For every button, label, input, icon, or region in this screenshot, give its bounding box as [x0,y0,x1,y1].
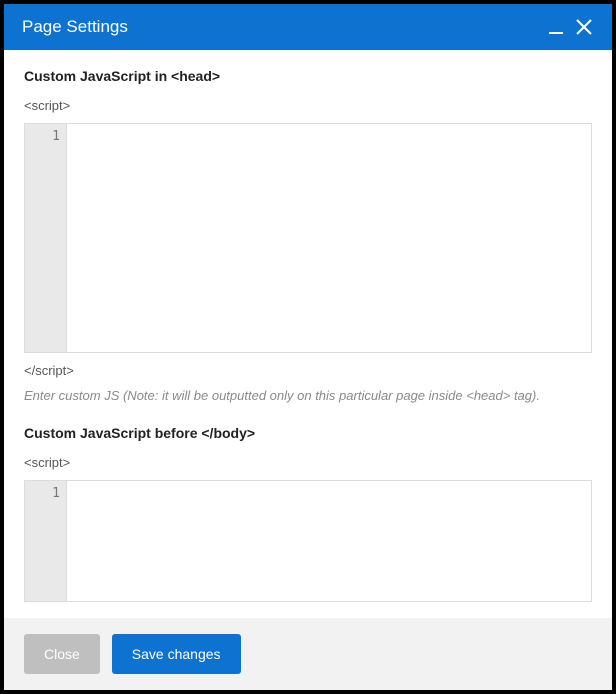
close-button[interactable]: Close [24,634,100,674]
titlebar: Page Settings [4,4,612,50]
body-js-gutter: 1 [25,481,67,601]
body-js-editor[interactable]: 1 [24,480,592,602]
minimize-button[interactable] [542,13,570,41]
head-js-textarea[interactable] [67,124,591,352]
head-js-help: Enter custom JS (Note: it will be output… [24,388,592,403]
body-js-textarea[interactable] [67,481,591,601]
close-icon [574,17,594,37]
head-js-close-tag: </script> [24,363,592,378]
settings-content[interactable]: Custom JavaScript in <head> <script> 1 <… [4,50,612,618]
body-js-open-tag: <script> [24,455,592,470]
minimize-icon [547,18,565,36]
head-js-open-tag: <script> [24,98,592,113]
close-window-button[interactable] [570,13,598,41]
head-js-gutter: 1 [25,124,67,352]
head-js-heading: Custom JavaScript in <head> [24,68,592,84]
head-js-editor[interactable]: 1 [24,123,592,353]
line-number: 1 [25,485,60,503]
save-changes-button[interactable]: Save changes [112,634,241,674]
body-js-heading: Custom JavaScript before </body> [24,425,592,441]
window-title: Page Settings [22,17,542,37]
line-number: 1 [25,128,60,146]
dialog-footer: Close Save changes [4,618,612,690]
